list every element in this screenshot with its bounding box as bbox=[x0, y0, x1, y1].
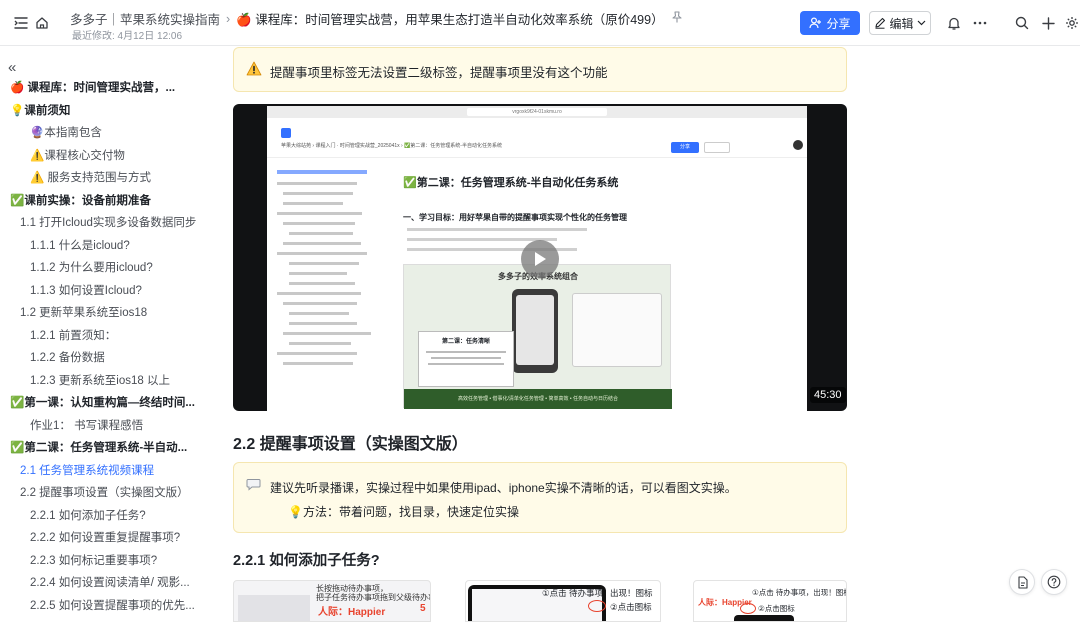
plus-icon[interactable] bbox=[1038, 13, 1058, 33]
thumb1-line-2: 把子任务待办事项拖到父级待办事项下面 bbox=[316, 593, 430, 602]
speech-bubble-icon bbox=[246, 478, 261, 496]
toc-item[interactable]: 💡课前须知 bbox=[10, 101, 198, 121]
search-icon[interactable] bbox=[1012, 13, 1032, 33]
thumb2-step-1: ①点击 待办事项 bbox=[542, 588, 603, 598]
video-inner-card-title: 第二课：任务清晰 bbox=[441, 339, 490, 345]
toc-item[interactable]: 🔮本指南包含 bbox=[30, 123, 198, 143]
toc-item[interactable]: 2.2.3 如何标记重要事项? bbox=[30, 551, 198, 571]
last-modified: 最近修改: 4月12日 12:06 bbox=[72, 31, 183, 42]
toc-item[interactable]: 1.2.3 更新系统至ios18 以上 bbox=[30, 371, 198, 391]
toc-item[interactable]: 1.2 更新苹果系统至ios18 bbox=[20, 303, 198, 323]
tablet-mockup bbox=[572, 293, 662, 367]
thumb2-note: 出现！图标 bbox=[610, 588, 653, 598]
toc-item[interactable]: 2.2 提醒事项设置（实操图文版） bbox=[20, 483, 198, 503]
tip-line-1: 建议先听录播课，实操过程中如果使用ipad、iphone实操不清晰的话，可以看图… bbox=[270, 481, 737, 495]
toc-item[interactable]: 2.2.1 如何添加子任务? bbox=[30, 506, 198, 526]
highlight-circle bbox=[740, 603, 756, 614]
toc-item[interactable]: ✅课前实操：设备前期准备 bbox=[10, 191, 198, 211]
toc-item[interactable]: 1.1.2 为什么要用icloud? bbox=[30, 258, 198, 278]
video-breadcrumb: 苹果大综站苑 › 课程入门 · 时间管理实战营_2025041x › ✅第二课：… bbox=[281, 143, 502, 149]
screenshot-thumb-2[interactable]: ①点击 待办事项 出现！图标 ②点击图标 bbox=[465, 580, 661, 622]
toc-item[interactable]: 2.2.2 如何设置重复提醒事项? bbox=[30, 528, 198, 548]
toc-item[interactable]: 1.1.1 什么是icloud? bbox=[30, 236, 198, 256]
screenshot-thumb-3[interactable]: ①点击 待办事项，出现！图标 人际：Happier ②点击图标 bbox=[693, 580, 847, 622]
video-player[interactable]: vrgoxk9f24-01skmu.ro 苹果大综站苑 › 课程入门 · 时间管… bbox=[233, 104, 847, 411]
thumb1-tag: 人际：Happier bbox=[318, 607, 386, 618]
settings-icon[interactable] bbox=[1062, 13, 1080, 33]
thumb2-step-2: ②点击图标 bbox=[610, 602, 652, 612]
toc-sidebar: « 🍎 课程库：时间管理实战营，... 💡课前须知 🔮本指南包含 ⚠️课程核心交付物 ⚠… bbox=[0, 46, 200, 622]
pin-icon[interactable] bbox=[672, 11, 682, 26]
warning-icon bbox=[246, 61, 262, 81]
chevron-down-icon bbox=[917, 20, 925, 26]
warning-text: 提醒事项里标签无法设置二级标签，提醒事项里没有这个功能 bbox=[270, 66, 608, 80]
document-icon bbox=[1017, 575, 1028, 589]
video-bottom-banner: 高效任务管理 • 借事化/清单化任务管理 • 简单高效 • 任务自动与日历结合 bbox=[404, 389, 672, 409]
toc-item[interactable]: 1.1.3 如何设置Icloud? bbox=[30, 281, 198, 301]
thumb1-count: 5 bbox=[420, 603, 426, 614]
video-duration: 45:30 bbox=[810, 387, 846, 403]
home-icon[interactable] bbox=[32, 13, 52, 33]
chevron-right-icon: › bbox=[226, 11, 231, 26]
thumb3-step-2: ②点击图标 bbox=[758, 604, 795, 613]
video-subheading: 一、学习目标：用好苹果自带的提醒事项实现个性化的任务管理 bbox=[403, 213, 627, 222]
toc-item[interactable]: ✅第二课：任务管理系统-半自动... bbox=[10, 438, 198, 458]
toc-item[interactable]: 作业1： 书写课程感悟 bbox=[30, 416, 198, 436]
toc-item[interactable]: 1.2.1 前置须知： bbox=[30, 326, 198, 346]
share-button[interactable]: 分享 bbox=[800, 11, 860, 35]
collapse-sidebar-icon[interactable]: « bbox=[8, 60, 24, 76]
url-bar: vrgoxk9f24-01skmu.ro bbox=[467, 108, 607, 116]
toc-item[interactable]: 1.1 打开Icloud实现多设备数据同步 bbox=[20, 213, 198, 233]
breadcrumb-root[interactable]: 多多子｜苹果系统实操指南 bbox=[70, 9, 220, 28]
thumb3-step-1: ①点击 待办事项，出现！图标 bbox=[752, 588, 847, 597]
edit-label: 编辑 bbox=[889, 16, 914, 31]
subsection-heading: 2.2.1 如何添加子任务? bbox=[233, 553, 380, 569]
video-edit-button bbox=[704, 142, 730, 153]
play-icon bbox=[535, 252, 546, 266]
doc-outline-button[interactable] bbox=[1009, 569, 1035, 595]
toc-item[interactable]: ✅第一课：认知重构篇—终结时间... bbox=[10, 393, 198, 413]
browser-chrome: vrgoxk9f24-01skmu.ro bbox=[267, 106, 807, 118]
share-label: 分享 bbox=[826, 16, 851, 31]
toc-item[interactable]: 2.2.4 如何设置阅读清单/ 观影... bbox=[30, 573, 198, 593]
toc-item[interactable]: ⚠️ 服务支持范围与方式 bbox=[30, 168, 198, 188]
tip-line-2: 💡方法：带着问题，找目录，快速定位实操 bbox=[288, 505, 519, 519]
video-inner-card: 第二课：任务清晰 bbox=[418, 331, 514, 387]
video-toc bbox=[273, 166, 383, 406]
top-bar: 多多子｜苹果系统实操指南 › 🍎 课程库：时间管理实战营，用苹果生态打造半自动化… bbox=[0, 0, 1080, 46]
toc-item[interactable]: 🍎 课程库：时间管理实战营，... bbox=[10, 78, 198, 98]
phone-mockup bbox=[512, 289, 558, 373]
toc-item[interactable]: 2.1 任务管理系统视频课程 bbox=[20, 461, 198, 481]
user-add-icon bbox=[809, 17, 822, 29]
bell-icon[interactable] bbox=[944, 13, 964, 33]
toc-item[interactable]: ⚠️课程核心交付物 bbox=[30, 146, 198, 166]
video-image: 多多子的效率系统组合 第二课：任务清晰 高效任务管理 • 借事化/清单化任务管理… bbox=[403, 264, 672, 409]
section-heading: 2.2 提醒事项设置（实操图文版） bbox=[233, 436, 468, 453]
breadcrumb-current[interactable]: 🍎 课程库：时间管理实战营，用苹果生态打造半自动化效率系统（原价499） bbox=[236, 9, 663, 28]
video-doc-header: 苹果大综站苑 › 课程入门 · 时间管理实战营_2025041x › ✅第二课：… bbox=[267, 118, 807, 158]
video-avatar bbox=[793, 140, 803, 150]
app-logo-icon bbox=[281, 128, 291, 138]
screenshot-thumb-1[interactable]: 长按拖动待办事项， 把子任务待办事项拖到父级待办事项下面 人际：Happier … bbox=[233, 580, 431, 622]
sidebar-toggle-icon[interactable] bbox=[11, 13, 31, 33]
video-share-button: 分享 bbox=[671, 142, 699, 153]
video-heading: ✅第二课：任务管理系统-半自动化任务系统 bbox=[403, 177, 619, 189]
play-button[interactable] bbox=[521, 240, 559, 278]
edit-button[interactable]: 编辑 bbox=[869, 11, 931, 35]
toc-item[interactable]: 1.2.2 备份数据 bbox=[30, 348, 198, 368]
help-button[interactable] bbox=[1041, 569, 1067, 595]
pencil-icon bbox=[875, 17, 886, 29]
toc-item[interactable]: 2.2.5 如何设置提醒事项的优先... bbox=[30, 596, 198, 616]
highlight-circle bbox=[588, 600, 606, 612]
more-icon[interactable] bbox=[970, 13, 990, 33]
warning-callout: 提醒事项里标签无法设置二级标签，提醒事项里没有这个功能 bbox=[233, 47, 847, 92]
tip-callout: 建议先听录播课，实操过程中如果使用ipad、iphone实操不清晰的话，可以看图… bbox=[233, 462, 847, 533]
breadcrumb: 多多子｜苹果系统实操指南 › 🍎 课程库：时间管理实战营，用苹果生态打造半自动化… bbox=[70, 9, 682, 28]
question-icon bbox=[1047, 575, 1061, 589]
